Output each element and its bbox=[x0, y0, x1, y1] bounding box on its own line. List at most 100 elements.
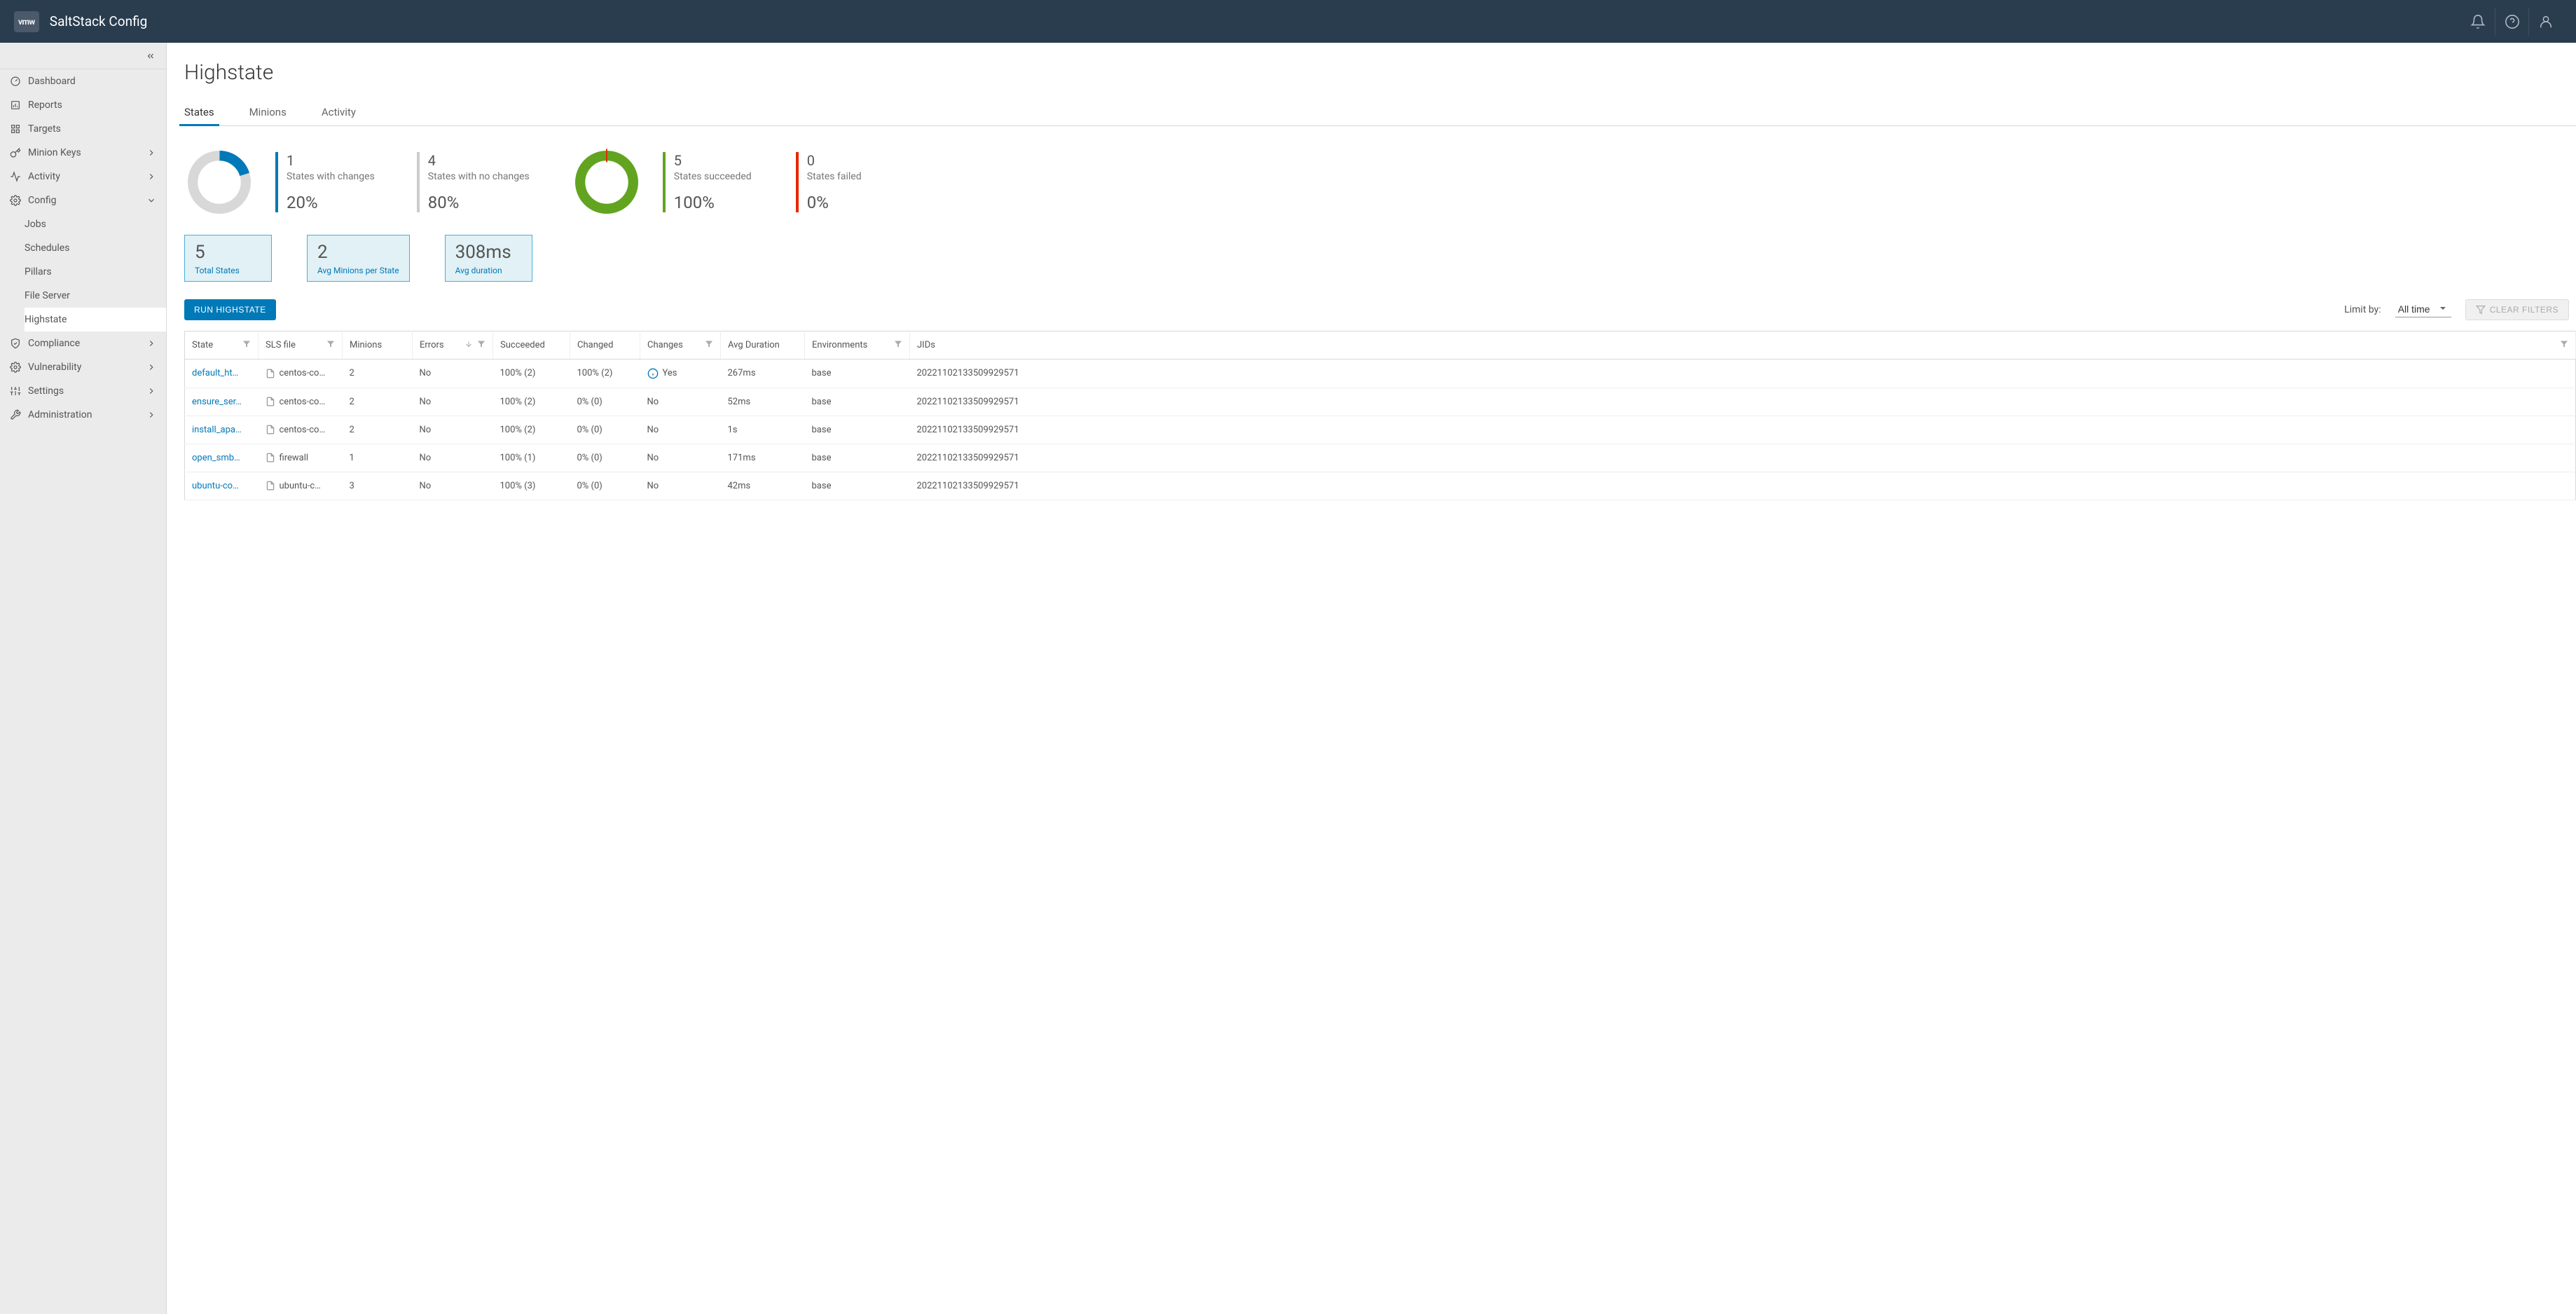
cell-sls: centos-co… bbox=[259, 388, 343, 416]
col-header-env[interactable]: Environments bbox=[805, 331, 910, 359]
outcome-donut-chart bbox=[572, 147, 642, 217]
stat-states-succeeded: 5 States succeeded 100% bbox=[663, 152, 754, 212]
cell-changed: 0% (0) bbox=[570, 472, 640, 500]
sidebar-item-activity[interactable]: Activity bbox=[0, 165, 166, 189]
sidebar-item-schedules[interactable]: Schedules bbox=[25, 236, 166, 260]
stat-value: 1 bbox=[287, 152, 375, 169]
limit-by-label: Limit by: bbox=[2344, 304, 2381, 315]
cell-sls: centos-co… bbox=[259, 359, 343, 388]
sidebar-item-file-server[interactable]: File Server bbox=[25, 284, 166, 308]
sort-down-icon bbox=[464, 340, 473, 348]
sidebar-item-reports[interactable]: Reports bbox=[0, 93, 166, 117]
filter-icon bbox=[894, 340, 902, 348]
clear-filters-button[interactable]: CLEAR FILTERS bbox=[2465, 299, 2569, 320]
cell-succeeded: 100% (3) bbox=[493, 472, 570, 500]
sidebar-collapse-button[interactable] bbox=[0, 43, 166, 69]
sidebar-item-config[interactable]: Config bbox=[0, 189, 166, 212]
cell-minions: 2 bbox=[343, 388, 413, 416]
sidebar-item-targets[interactable]: Targets bbox=[0, 117, 166, 141]
user-icon[interactable] bbox=[2528, 8, 2562, 36]
sidebar-item-label: Pillars bbox=[25, 266, 52, 278]
sidebar-item-settings[interactable]: Settings bbox=[0, 379, 166, 403]
cell-duration: 171ms bbox=[721, 444, 805, 472]
table-row[interactable]: default_ht… centos-co… 2 No 100% (2) 100… bbox=[185, 359, 2576, 388]
cell-env: base bbox=[805, 444, 910, 472]
cell-jids: 20221102133509929571 bbox=[910, 472, 2576, 500]
help-icon[interactable] bbox=[2495, 8, 2528, 36]
cell-duration: 52ms bbox=[721, 388, 805, 416]
sidebar-item-pillars[interactable]: Pillars bbox=[25, 260, 166, 284]
cell-duration: 1s bbox=[721, 416, 805, 444]
cell-state[interactable]: ubuntu-co… bbox=[185, 472, 259, 500]
cell-state[interactable]: default_ht… bbox=[185, 359, 259, 388]
filter-icon bbox=[242, 340, 251, 348]
tab-minions[interactable]: Minions bbox=[249, 106, 287, 125]
stat-pct: 0% bbox=[807, 193, 887, 212]
col-header-changed[interactable]: Changed bbox=[570, 331, 640, 359]
sidebar-item-dashboard[interactable]: Dashboard bbox=[0, 69, 166, 93]
tab-activity[interactable]: Activity bbox=[322, 106, 356, 125]
stat-value: 5 bbox=[674, 152, 754, 169]
cell-errors: No bbox=[413, 444, 493, 472]
table-row[interactable]: open_smb… firewall 1 No 100% (1) 0% (0) … bbox=[185, 444, 2576, 472]
sidebar-item-highstate[interactable]: Highstate bbox=[25, 308, 166, 331]
stat-states-failed: 0 States failed 0% bbox=[796, 152, 887, 212]
sidebar-item-label: Config bbox=[28, 195, 146, 206]
col-header-succeeded[interactable]: Succeeded bbox=[493, 331, 570, 359]
col-header-duration[interactable]: Avg Duration bbox=[721, 331, 805, 359]
tab-states[interactable]: States bbox=[184, 106, 214, 125]
cell-state[interactable]: install_apa… bbox=[185, 416, 259, 444]
cell-env: base bbox=[805, 472, 910, 500]
cell-succeeded: 100% (2) bbox=[493, 359, 570, 388]
sidebar-item-label: Jobs bbox=[25, 219, 46, 230]
sidebar-item-jobs[interactable]: Jobs bbox=[25, 212, 166, 236]
col-header-state[interactable]: State bbox=[185, 331, 259, 359]
cell-state[interactable]: open_smb… bbox=[185, 444, 259, 472]
table-row[interactable]: ubuntu-co… ubuntu-c… 3 No 100% (3) 0% (0… bbox=[185, 472, 2576, 500]
stat-label: States with no changes bbox=[428, 170, 530, 183]
run-highstate-button[interactable]: RUN HIGHSTATE bbox=[184, 299, 276, 320]
cell-jids: 20221102133509929571 bbox=[910, 416, 2576, 444]
cell-errors: No bbox=[413, 359, 493, 388]
sidebar-item-label: Activity bbox=[28, 171, 146, 182]
sidebar-item-label: Compliance bbox=[28, 338, 146, 349]
stat-label: States with changes bbox=[287, 170, 375, 183]
file-icon bbox=[266, 425, 275, 434]
cell-sls: firewall bbox=[259, 444, 343, 472]
filter-icon bbox=[705, 340, 713, 348]
notifications-icon[interactable] bbox=[2461, 8, 2495, 36]
cell-changed: 0% (0) bbox=[570, 388, 640, 416]
sidebar-item-label: Administration bbox=[28, 409, 146, 420]
filter-icon bbox=[326, 340, 335, 348]
cell-env: base bbox=[805, 359, 910, 388]
cell-succeeded: 100% (2) bbox=[493, 388, 570, 416]
col-header-sls[interactable]: SLS file bbox=[259, 331, 343, 359]
cell-state[interactable]: ensure_ser… bbox=[185, 388, 259, 416]
col-header-errors[interactable]: Errors bbox=[413, 331, 493, 359]
sidebar-item-administration[interactable]: Administration bbox=[0, 403, 166, 427]
table-row[interactable]: ensure_ser… centos-co… 2 No 100% (2) 0% … bbox=[185, 388, 2576, 416]
summary-avg-minions[interactable]: 2 Avg Minions per State bbox=[307, 235, 410, 282]
stat-states-with-changes: 1 States with changes 20% bbox=[275, 152, 375, 212]
summary-total-states[interactable]: 5 Total States bbox=[184, 235, 272, 282]
stat-pct: 80% bbox=[428, 193, 530, 212]
stat-label: States failed bbox=[807, 170, 887, 183]
sidebar-item-vulnerability[interactable]: Vulnerability bbox=[0, 355, 166, 379]
cell-minions: 2 bbox=[343, 359, 413, 388]
table-row[interactable]: install_apa… centos-co… 2 No 100% (2) 0%… bbox=[185, 416, 2576, 444]
limit-by-select[interactable]: All time bbox=[2395, 301, 2451, 317]
summary-row: 5 Total States 2 Avg Minions per State 3… bbox=[184, 235, 2576, 282]
info-icon bbox=[647, 368, 659, 379]
file-icon bbox=[266, 369, 275, 378]
col-header-changes[interactable]: Changes bbox=[640, 331, 721, 359]
sidebar-item-compliance[interactable]: Compliance bbox=[0, 331, 166, 355]
cell-changes: No bbox=[640, 444, 721, 472]
cell-succeeded: 100% (1) bbox=[493, 444, 570, 472]
col-header-minions[interactable]: Minions bbox=[343, 331, 413, 359]
sidebar-item-label: Minion Keys bbox=[28, 147, 146, 158]
stat-pct: 100% bbox=[674, 193, 754, 212]
file-icon bbox=[266, 453, 275, 463]
col-header-jids[interactable]: JIDs bbox=[910, 331, 2576, 359]
sidebar-item-minion-keys[interactable]: Minion Keys bbox=[0, 141, 166, 165]
summary-avg-duration[interactable]: 308ms Avg duration bbox=[445, 235, 532, 282]
